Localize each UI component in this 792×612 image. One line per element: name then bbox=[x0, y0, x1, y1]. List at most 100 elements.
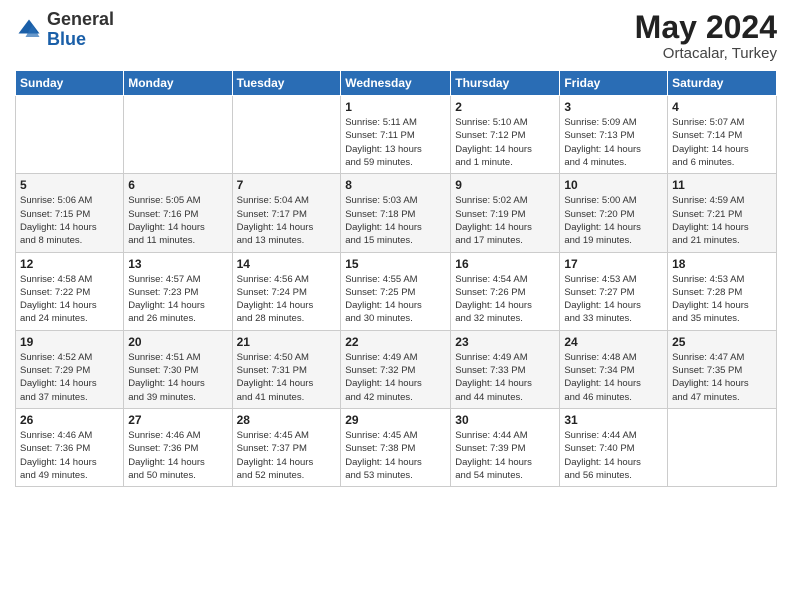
day-info: Sunrise: 4:56 AMSunset: 7:24 PMDaylight:… bbox=[237, 273, 337, 326]
day-number: 12 bbox=[20, 257, 119, 271]
day-number: 21 bbox=[237, 335, 337, 349]
day-info: Sunrise: 5:06 AMSunset: 7:15 PMDaylight:… bbox=[20, 194, 119, 247]
calendar-cell: 27 Sunrise: 4:46 AMSunset: 7:36 PMDayligh… bbox=[124, 408, 232, 486]
day-header-friday: Friday bbox=[560, 71, 668, 96]
day-info: Sunrise: 4:47 AMSunset: 7:35 PMDaylight:… bbox=[672, 351, 772, 404]
day-info: Sunrise: 4:58 AMSunset: 7:22 PMDaylight:… bbox=[20, 273, 119, 326]
day-number: 18 bbox=[672, 257, 772, 271]
calendar-cell: 17Sunrise: 4:53 AMSunset: 7:27 PMDayligh… bbox=[560, 252, 668, 330]
calendar-cell: 1 Sunrise: 5:11 AMSunset: 7:11 PMDaylight… bbox=[341, 96, 451, 174]
day-header-thursday: Thursday bbox=[451, 71, 560, 96]
day-info: Sunrise: 5:03 AMSunset: 7:18 PMDaylight:… bbox=[345, 194, 446, 247]
logo-general-text: General bbox=[47, 9, 114, 29]
day-info: Sunrise: 4:49 AMSunset: 7:33 PMDaylight:… bbox=[455, 351, 555, 404]
day-info: Sunrise: 4:50 AMSunset: 7:31 PMDaylight:… bbox=[237, 351, 337, 404]
calendar-cell: 13 Sunrise: 4:57 AMSunset: 7:23 PMDayligh… bbox=[124, 252, 232, 330]
calendar-cell: 14 Sunrise: 4:56 AMSunset: 7:24 PMDayligh… bbox=[232, 252, 341, 330]
calendar-cell: 18 Sunrise: 4:53 AMSunset: 7:28 PMDayligh… bbox=[668, 252, 777, 330]
day-info: Sunrise: 4:45 AMSunset: 7:38 PMDaylight:… bbox=[345, 429, 446, 482]
day-number: 1 bbox=[345, 100, 446, 114]
day-info: Sunrise: 4:46 AMSunset: 7:36 PMDaylight:… bbox=[20, 429, 119, 482]
day-info: Sunrise: 4:54 AMSunset: 7:26 PMDaylight:… bbox=[455, 273, 555, 326]
day-number: 17 bbox=[564, 257, 663, 271]
calendar-cell: 19 Sunrise: 4:52 AMSunset: 7:29 PMDayligh… bbox=[16, 330, 124, 408]
calendar-cell bbox=[16, 96, 124, 174]
day-number: 15 bbox=[345, 257, 446, 271]
calendar-week-row: 1 Sunrise: 5:11 AMSunset: 7:11 PMDaylight… bbox=[16, 96, 777, 174]
calendar-cell: 10 Sunrise: 5:00 AMSunset: 7:20 PMDayligh… bbox=[560, 174, 668, 252]
day-info: Sunrise: 4:51 AMSunset: 7:30 PMDaylight:… bbox=[128, 351, 227, 404]
calendar-table: SundayMondayTuesdayWednesdayThursdayFrid… bbox=[15, 70, 777, 487]
day-info: Sunrise: 5:05 AMSunset: 7:16 PMDaylight:… bbox=[128, 194, 227, 247]
calendar-cell: 3 Sunrise: 5:09 AMSunset: 7:13 PMDaylight… bbox=[560, 96, 668, 174]
calendar-cell: 7 Sunrise: 5:04 AMSunset: 7:17 PMDaylight… bbox=[232, 174, 341, 252]
day-number: 16 bbox=[455, 257, 555, 271]
day-info: Sunrise: 5:02 AMSunset: 7:19 PMDaylight:… bbox=[455, 194, 555, 247]
calendar-cell: 4Sunrise: 5:07 AMSunset: 7:14 PMDaylight… bbox=[668, 96, 777, 174]
day-number: 30 bbox=[455, 413, 555, 427]
day-number: 4 bbox=[672, 100, 772, 114]
day-info: Sunrise: 4:53 AMSunset: 7:28 PMDaylight:… bbox=[672, 273, 772, 326]
day-header-saturday: Saturday bbox=[668, 71, 777, 96]
calendar-cell bbox=[124, 96, 232, 174]
calendar-week-row: 5 Sunrise: 5:06 AMSunset: 7:15 PMDaylight… bbox=[16, 174, 777, 252]
day-number: 11 bbox=[672, 178, 772, 192]
day-header-monday: Monday bbox=[124, 71, 232, 96]
day-number: 6 bbox=[128, 178, 227, 192]
day-number: 5 bbox=[20, 178, 119, 192]
calendar-cell: 2Sunrise: 5:10 AMSunset: 7:12 PMDaylight… bbox=[451, 96, 560, 174]
day-header-wednesday: Wednesday bbox=[341, 71, 451, 96]
day-info: Sunrise: 4:59 AMSunset: 7:21 PMDaylight:… bbox=[672, 194, 772, 247]
day-info: Sunrise: 4:49 AMSunset: 7:32 PMDaylight:… bbox=[345, 351, 446, 404]
logo-blue-text: Blue bbox=[47, 29, 86, 49]
day-number: 19 bbox=[20, 335, 119, 349]
day-number: 10 bbox=[564, 178, 663, 192]
calendar-cell: 23Sunrise: 4:49 AMSunset: 7:33 PMDayligh… bbox=[451, 330, 560, 408]
day-number: 31 bbox=[564, 413, 663, 427]
day-info: Sunrise: 4:52 AMSunset: 7:29 PMDaylight:… bbox=[20, 351, 119, 404]
day-number: 25 bbox=[672, 335, 772, 349]
day-number: 27 bbox=[128, 413, 227, 427]
day-info: Sunrise: 4:44 AMSunset: 7:40 PMDaylight:… bbox=[564, 429, 663, 482]
day-number: 29 bbox=[345, 413, 446, 427]
logo: General Blue bbox=[15, 10, 114, 50]
day-number: 3 bbox=[564, 100, 663, 114]
calendar-cell: 31 Sunrise: 4:44 AMSunset: 7:40 PMDayligh… bbox=[560, 408, 668, 486]
calendar-cell: 24Sunrise: 4:48 AMSunset: 7:34 PMDayligh… bbox=[560, 330, 668, 408]
calendar-cell: 28Sunrise: 4:45 AMSunset: 7:37 PMDayligh… bbox=[232, 408, 341, 486]
day-info: Sunrise: 4:46 AMSunset: 7:36 PMDaylight:… bbox=[128, 429, 227, 482]
day-number: 7 bbox=[237, 178, 337, 192]
calendar-week-row: 26 Sunrise: 4:46 AMSunset: 7:36 PMDayligh… bbox=[16, 408, 777, 486]
day-header-sunday: Sunday bbox=[16, 71, 124, 96]
title-block: May 2024 Ortacalar, Turkey bbox=[635, 10, 777, 62]
calendar-cell: 25 Sunrise: 4:47 AMSunset: 7:35 PMDayligh… bbox=[668, 330, 777, 408]
calendar-cell: 22Sunrise: 4:49 AMSunset: 7:32 PMDayligh… bbox=[341, 330, 451, 408]
day-number: 20 bbox=[128, 335, 227, 349]
days-header-row: SundayMondayTuesdayWednesdayThursdayFrid… bbox=[16, 71, 777, 96]
calendar-week-row: 12 Sunrise: 4:58 AMSunset: 7:22 PMDayligh… bbox=[16, 252, 777, 330]
calendar-cell: 11 Sunrise: 4:59 AMSunset: 7:21 PMDayligh… bbox=[668, 174, 777, 252]
day-number: 26 bbox=[20, 413, 119, 427]
calendar-cell bbox=[232, 96, 341, 174]
day-number: 14 bbox=[237, 257, 337, 271]
day-number: 9 bbox=[455, 178, 555, 192]
day-info: Sunrise: 5:04 AMSunset: 7:17 PMDaylight:… bbox=[237, 194, 337, 247]
calendar-week-row: 19 Sunrise: 4:52 AMSunset: 7:29 PMDayligh… bbox=[16, 330, 777, 408]
day-number: 2 bbox=[455, 100, 555, 114]
calendar-cell: 8Sunrise: 5:03 AMSunset: 7:18 PMDaylight… bbox=[341, 174, 451, 252]
day-info: Sunrise: 5:09 AMSunset: 7:13 PMDaylight:… bbox=[564, 116, 663, 169]
calendar-cell: 9 Sunrise: 5:02 AMSunset: 7:19 PMDaylight… bbox=[451, 174, 560, 252]
page: General Blue May 2024 Ortacalar, Turkey … bbox=[0, 0, 792, 612]
calendar-cell: 30Sunrise: 4:44 AMSunset: 7:39 PMDayligh… bbox=[451, 408, 560, 486]
calendar-cell: 15 Sunrise: 4:55 AMSunset: 7:25 PMDayligh… bbox=[341, 252, 451, 330]
calendar-cell: 29 Sunrise: 4:45 AMSunset: 7:38 PMDayligh… bbox=[341, 408, 451, 486]
location-title: Ortacalar, Turkey bbox=[635, 45, 777, 62]
day-header-tuesday: Tuesday bbox=[232, 71, 341, 96]
day-info: Sunrise: 4:55 AMSunset: 7:25 PMDaylight:… bbox=[345, 273, 446, 326]
day-info: Sunrise: 5:00 AMSunset: 7:20 PMDaylight:… bbox=[564, 194, 663, 247]
calendar-cell: 16 Sunrise: 4:54 AMSunset: 7:26 PMDayligh… bbox=[451, 252, 560, 330]
day-info: Sunrise: 5:11 AMSunset: 7:11 PMDaylight:… bbox=[345, 116, 446, 169]
day-number: 13 bbox=[128, 257, 227, 271]
day-info: Sunrise: 4:57 AMSunset: 7:23 PMDaylight:… bbox=[128, 273, 227, 326]
month-year-title: May 2024 bbox=[635, 10, 777, 45]
